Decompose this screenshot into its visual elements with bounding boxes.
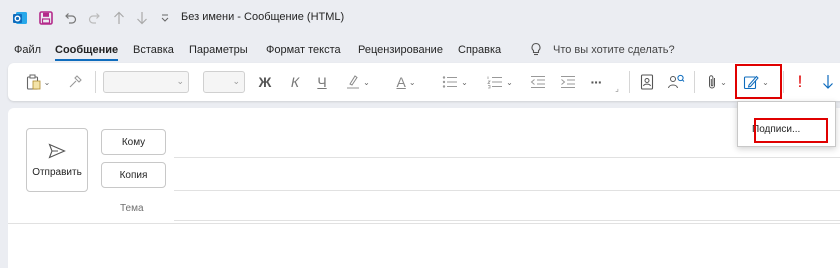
signature-button-highlight [735, 64, 782, 99]
highlight-button[interactable]: ⌄ [343, 71, 373, 93]
customize-icon[interactable] [157, 10, 173, 26]
chevron-down-icon: ⌄ [408, 77, 416, 87]
font-color-button[interactable]: A ⌄ [391, 71, 421, 93]
ribbon-toolbar: ⌄ ⌄ ⌄ Ж К Ч ⌄ A ⌄ ⌄ ⌄ ··· ⌟ ⌄ ⌄ ! [8, 63, 840, 101]
more-options-icon[interactable]: ··· [585, 71, 607, 93]
numbering-button[interactable]: ⌄ [485, 71, 515, 93]
tab-options[interactable]: Параметры [189, 44, 248, 56]
tab-insert[interactable]: Вставка [133, 44, 174, 56]
cc-field[interactable] [174, 190, 840, 191]
increase-indent-icon[interactable] [558, 71, 578, 93]
check-names-icon[interactable] [664, 71, 688, 93]
send-icon [48, 142, 66, 159]
importance-high-icon[interactable]: ! [793, 71, 807, 93]
to-button[interactable]: Кому [101, 129, 166, 155]
window-title: Без имени - Сообщение (HTML) [181, 11, 345, 23]
to-field[interactable] [174, 157, 840, 158]
tab-message[interactable]: Сообщение [55, 44, 119, 61]
dialog-launcher-icon[interactable]: ⌟ [612, 83, 622, 93]
paste-button[interactable]: ⌄ [18, 71, 58, 93]
chevron-down-icon: ⌄ [363, 77, 370, 87]
send-button[interactable]: Отправить [26, 128, 88, 192]
tab-help[interactable]: Справка [458, 44, 501, 56]
font-size-select[interactable]: ⌄ [203, 71, 245, 93]
tab-review[interactable]: Рецензирование [358, 44, 443, 56]
chevron-down-icon: ⌄ [176, 76, 184, 86]
address-book-icon[interactable] [637, 71, 657, 93]
title-bar: Без имени - Сообщение (HTML) [0, 0, 840, 36]
bullets-button[interactable]: ⌄ [440, 71, 470, 93]
attach-file-button[interactable]: ⌄ [702, 71, 732, 93]
decrease-indent-icon[interactable] [528, 71, 548, 93]
font-name-select[interactable]: ⌄ [103, 71, 189, 93]
underline-button[interactable]: Ч [313, 71, 331, 93]
chevron-down-icon: ⌄ [506, 77, 513, 87]
chevron-down-icon: ⌄ [720, 77, 727, 87]
signatures-item-highlight [754, 118, 828, 143]
subject-field[interactable] [174, 220, 840, 221]
arrow-down-icon[interactable] [134, 10, 150, 26]
search-tell-me[interactable]: Что вы хотите сделать? [553, 44, 675, 56]
outlook-icon [12, 10, 28, 26]
lightbulb-icon [530, 42, 542, 60]
tab-file[interactable]: Файл [14, 44, 41, 56]
body-divider [8, 223, 840, 224]
chevron-down-icon: ⌄ [232, 76, 240, 86]
tab-format-text[interactable]: Формат текста [266, 44, 341, 56]
subject-label: Тема [120, 203, 144, 214]
italic-button[interactable]: К [286, 71, 304, 93]
chevron-down-icon: ⌄ [43, 77, 51, 87]
undo-icon[interactable] [62, 10, 78, 26]
send-label: Отправить [32, 166, 82, 178]
arrow-up-icon[interactable] [111, 10, 127, 26]
bold-button[interactable]: Ж [255, 71, 275, 93]
save-icon[interactable] [38, 10, 54, 26]
format-painter-icon[interactable] [64, 71, 86, 93]
redo-icon[interactable] [87, 10, 103, 26]
importance-low-icon[interactable] [820, 71, 836, 93]
font-color-icon: A [396, 74, 406, 90]
chevron-down-icon: ⌄ [461, 77, 468, 87]
compose-area: Отправить Кому Копия Тема [8, 108, 840, 268]
cc-button[interactable]: Копия [101, 162, 166, 188]
menu-bar: Файл Сообщение Вставка Параметры Формат … [0, 36, 840, 64]
